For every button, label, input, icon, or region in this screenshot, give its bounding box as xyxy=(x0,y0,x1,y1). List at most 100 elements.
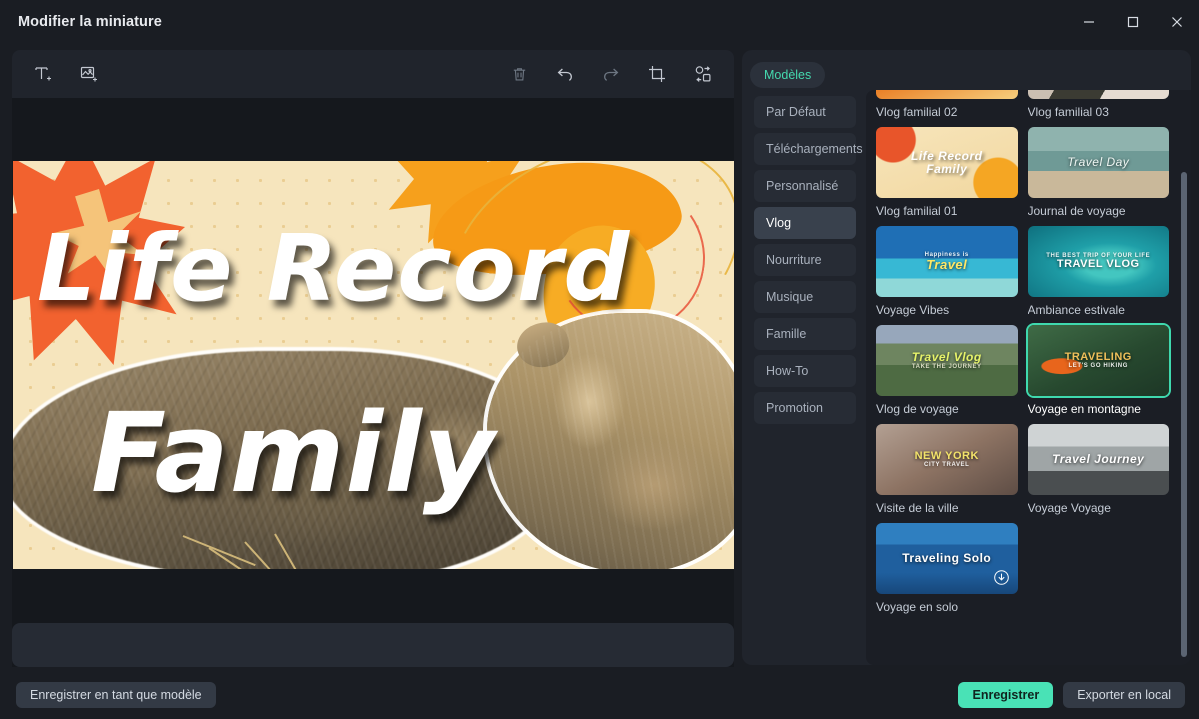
thumbnail-editor-window: Modifier la miniature Life Record Family… xyxy=(0,0,1199,719)
category-how-to[interactable]: How-To xyxy=(754,355,856,387)
thumbnail-art-text: Travel Day xyxy=(1067,155,1130,170)
thumbnail-art-sub: THE BEST TRIP OF YOUR LIFE xyxy=(1046,252,1151,259)
canvas-area[interactable]: Life Record Family xyxy=(12,98,734,667)
template-card[interactable]: Travel Vlog TAKE THE JOURNEY Vlog de voy… xyxy=(876,325,1018,416)
template-card[interactable]: Life Record Family Vlog familial 01 xyxy=(876,127,1018,218)
thumbnail-art-text: Travel Journey xyxy=(1052,452,1145,467)
template-card[interactable]: Vlog familial 02 xyxy=(876,90,1018,119)
download-icon[interactable] xyxy=(993,569,1010,586)
window-controls xyxy=(1067,0,1199,44)
category-nourriture[interactable]: Nourriture xyxy=(754,244,856,276)
template-thumbnail[interactable]: Travel Day xyxy=(1027,127,1169,198)
tab-templates[interactable]: Modèles xyxy=(750,62,826,88)
thumbnail-art-sub: TAKE THE JOURNEY xyxy=(911,363,982,370)
category-famille[interactable]: Famille xyxy=(754,318,856,350)
template-label: Ambiance estivale xyxy=(1027,303,1125,317)
template-thumbnail[interactable]: Happiness is Travel xyxy=(876,226,1018,297)
template-label: Voyage Vibes xyxy=(876,303,950,317)
thumbnail-art-text xyxy=(876,90,1018,99)
close-button[interactable] xyxy=(1155,0,1199,44)
thumbnail-art-text: NEW YORK CITY TRAVEL xyxy=(876,424,1018,495)
minimize-button[interactable] xyxy=(1067,0,1111,44)
export-button[interactable]: Exporter en local xyxy=(1063,682,1185,708)
category-personnalise[interactable]: Personnalisé xyxy=(754,170,856,202)
redo-button[interactable] xyxy=(596,59,626,89)
template-label: Voyage en montagne xyxy=(1027,402,1141,416)
thumbnail-art-text: Travel Vlog TAKE THE JOURNEY xyxy=(876,325,1018,396)
thumbnail-art-sub: Happiness is xyxy=(924,251,969,258)
template-thumbnail[interactable]: NEW YORK CITY TRAVEL xyxy=(876,424,1018,495)
template-thumbnail[interactable]: TRAVELING LET'S GO HIKING xyxy=(1027,325,1170,396)
template-thumbnail[interactable]: Traveling Solo xyxy=(876,523,1018,594)
template-thumbnail[interactable] xyxy=(876,90,1018,99)
templates-panel: Modèles Par Défaut Téléchargements Perso… xyxy=(742,50,1191,665)
thumbnail-art-line2: Family xyxy=(926,161,968,176)
category-telechargements[interactable]: Téléchargements xyxy=(754,133,863,165)
template-thumbnail[interactable]: Life Record Family xyxy=(876,127,1018,198)
title-bar: Modifier la miniature xyxy=(0,0,1199,44)
window-title: Modifier la miniature xyxy=(18,14,162,30)
thumbnail-art-line1: Life Record xyxy=(910,148,983,163)
canvas-bottom-strip xyxy=(12,623,734,667)
thumbnail-art-sub: CITY TRAVEL xyxy=(924,462,970,469)
category-list: Par Défaut Téléchargements Personnalisé … xyxy=(742,90,864,665)
category-promotion[interactable]: Promotion xyxy=(754,392,856,424)
footer-actions: Enregistrer Exporter en local xyxy=(958,682,1185,708)
template-card[interactable]: Vlog familial 03 xyxy=(1027,90,1170,119)
category-musique[interactable]: Musique xyxy=(754,281,856,313)
add-image-button[interactable] xyxy=(74,59,104,89)
editor-toolbar xyxy=(12,50,734,98)
artwork-headline-2[interactable]: Family xyxy=(91,389,495,517)
thumbnail-art-text: Life Record Family xyxy=(876,127,1018,198)
template-label: Voyage en solo xyxy=(876,600,959,614)
template-card-selected[interactable]: TRAVELING LET'S GO HIKING Voyage en mont… xyxy=(1027,325,1170,416)
add-text-button[interactable] xyxy=(28,59,58,89)
editor-pane: Life Record Family xyxy=(0,44,742,671)
crop-button[interactable] xyxy=(642,59,672,89)
template-label: Vlog familial 03 xyxy=(1027,105,1109,119)
toolbar-left-group xyxy=(28,59,104,89)
template-card[interactable]: Travel Day Journal de voyage xyxy=(1027,127,1169,218)
template-card[interactable]: Traveling Solo Voyage en solo xyxy=(876,523,1018,614)
thumbnail-art-line1: TRAVELING xyxy=(1064,350,1132,363)
template-label: Vlog de voyage xyxy=(876,402,959,416)
category-vlog[interactable]: Vlog xyxy=(754,207,856,239)
thumbnail-art-text: Happiness is Travel xyxy=(876,226,1018,297)
template-label: Visite de la ville xyxy=(876,501,959,515)
thumbnail-art-line1: Travel xyxy=(926,256,968,272)
thumbnail-art-line1: TRAVEL VLOG xyxy=(1056,257,1140,270)
save-as-template-button[interactable]: Enregistrer en tant que modèle xyxy=(16,682,216,708)
artwork-headline-1[interactable]: Life Record xyxy=(37,215,630,322)
template-scrollbar[interactable] xyxy=(1181,172,1187,657)
thumbnail-art-text xyxy=(1028,90,1170,99)
template-grid: Vlog familial 02 Vlog familial 03 Life R… xyxy=(866,90,1177,624)
template-card[interactable]: THE BEST TRIP OF YOUR LIFE TRAVEL VLOG A… xyxy=(1027,226,1169,317)
remove-background-button[interactable] xyxy=(688,59,718,89)
template-thumbnail[interactable]: THE BEST TRIP OF YOUR LIFE TRAVEL VLOG xyxy=(1027,226,1169,297)
template-label: Journal de voyage xyxy=(1027,204,1126,218)
template-grid-scroll[interactable]: Vlog familial 02 Vlog familial 03 Life R… xyxy=(866,90,1191,665)
template-thumbnail[interactable] xyxy=(1027,90,1170,99)
template-label: Vlog familial 02 xyxy=(876,105,958,119)
main-body: Life Record Family Modèles Par Défaut Té… xyxy=(0,44,1199,671)
template-label: Vlog familial 01 xyxy=(876,204,958,218)
thumbnail-art-text: TRAVELING LET'S GO HIKING xyxy=(1028,325,1170,396)
template-card[interactable]: Travel Journey Voyage Voyage xyxy=(1027,424,1169,515)
thumbnail-preview[interactable]: Life Record Family xyxy=(13,161,734,569)
template-card[interactable]: Happiness is Travel Voyage Vibes xyxy=(876,226,1018,317)
template-card[interactable]: NEW YORK CITY TRAVEL Visite de la ville xyxy=(876,424,1018,515)
thumbnail-art-line1: NEW YORK xyxy=(914,449,979,462)
undo-button[interactable] xyxy=(550,59,580,89)
panel-tab-bar: Modèles xyxy=(742,50,1191,90)
maximize-button[interactable] xyxy=(1111,0,1155,44)
save-button[interactable]: Enregistrer xyxy=(958,682,1054,708)
canvas-stage[interactable]: Life Record Family xyxy=(12,98,734,623)
footer-bar: Enregistrer en tant que modèle Enregistr… xyxy=(0,671,1199,719)
template-thumbnail[interactable]: Travel Journey xyxy=(1027,424,1169,495)
template-label: Voyage Voyage xyxy=(1027,501,1111,515)
thumbnail-art-line1: Travel Vlog xyxy=(911,350,982,365)
thumbnail-art-sub: LET'S GO HIKING xyxy=(1068,363,1128,370)
template-thumbnail[interactable]: Travel Vlog TAKE THE JOURNEY xyxy=(876,325,1018,396)
category-par-defaut[interactable]: Par Défaut xyxy=(754,96,856,128)
delete-button[interactable] xyxy=(504,59,534,89)
